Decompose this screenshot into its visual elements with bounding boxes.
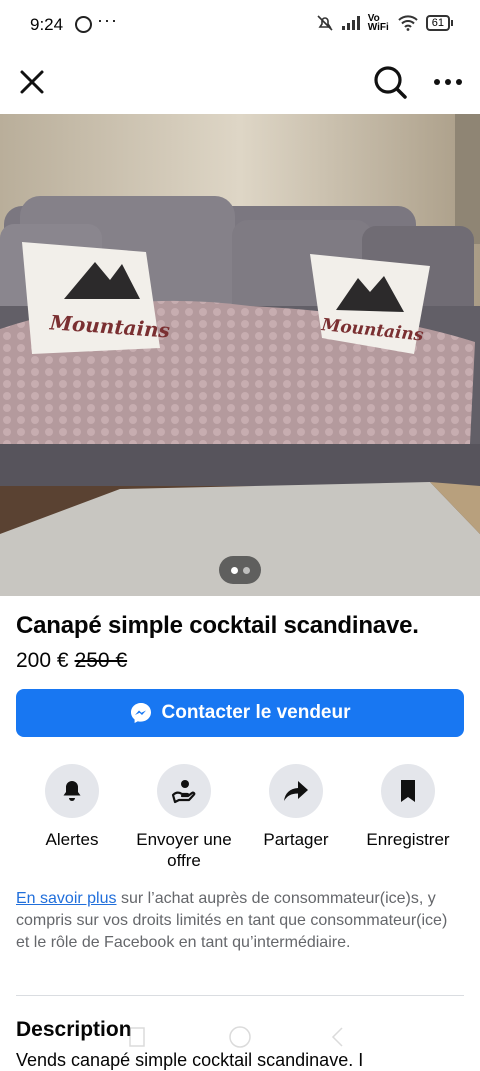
listing-price: 200 €250 € [16, 649, 127, 673]
more-icon [434, 79, 462, 85]
offer-button[interactable] [157, 764, 211, 818]
status-overflow: ··· [97, 10, 118, 30]
close-button[interactable] [14, 64, 50, 100]
status-bar: 9:24 ··· Vo WiFi 61 [0, 0, 480, 52]
wifi-icon [398, 15, 418, 31]
search-icon [374, 66, 407, 99]
sofa-image: Mountains Mountains [0, 114, 480, 596]
share-label: Partager [263, 830, 329, 849]
save-action[interactable]: Enregistrer [352, 764, 464, 850]
alerts-label: Alertes [45, 830, 99, 849]
top-bar [0, 52, 480, 114]
description-text: Vends canapé simple cocktail scandinave.… [16, 1050, 364, 1070]
alerts-button[interactable] [45, 764, 99, 818]
contact-label: Contacter le vendeur [161, 702, 351, 723]
status-icons: Vo WiFi 61 [316, 13, 454, 33]
messenger-icon [130, 703, 151, 723]
share-action[interactable]: Partager [240, 764, 352, 850]
image-pager [219, 556, 261, 584]
bell-icon [63, 781, 81, 801]
consumer-info: En savoir plus sur l’achat auprès de con… [16, 888, 456, 954]
learn-more-link[interactable]: En savoir plus [16, 890, 117, 907]
alerts-action[interactable]: Alertes [16, 764, 128, 850]
nav-bar-ghost [129, 1026, 343, 1048]
search-button[interactable] [370, 62, 410, 102]
contact-seller-button[interactable]: Contacter le vendeur [16, 689, 464, 737]
network-label: Vo WiFi [367, 13, 389, 33]
description-heading: Description [16, 1018, 132, 1041]
share-icon [284, 781, 308, 801]
battery-icon: 61 [425, 15, 454, 31]
offer-label: Envoyer une offre [136, 830, 232, 870]
listing-photo[interactable]: Mountains Mountains [0, 114, 480, 596]
pager-dot [242, 566, 250, 574]
old-price: 250 € [74, 649, 128, 672]
mute-icon [317, 15, 333, 31]
save-label: Enregistrer [366, 830, 450, 849]
save-button[interactable] [381, 764, 435, 818]
pager-dot-active [230, 566, 238, 574]
status-time: 9:24 [30, 15, 64, 34]
offer-action[interactable]: Envoyer une offre [128, 764, 240, 871]
close-icon [20, 70, 44, 94]
share-button[interactable] [269, 764, 323, 818]
listing-title: Canapé simple cocktail scandinave. [16, 612, 419, 639]
bookmark-icon [401, 780, 415, 802]
more-button[interactable] [428, 62, 468, 102]
divider [16, 995, 464, 996]
whatsapp-icon [75, 16, 92, 33]
current-price: 200 € [16, 649, 69, 672]
signal-icon [341, 16, 360, 30]
offer-icon [171, 780, 196, 804]
